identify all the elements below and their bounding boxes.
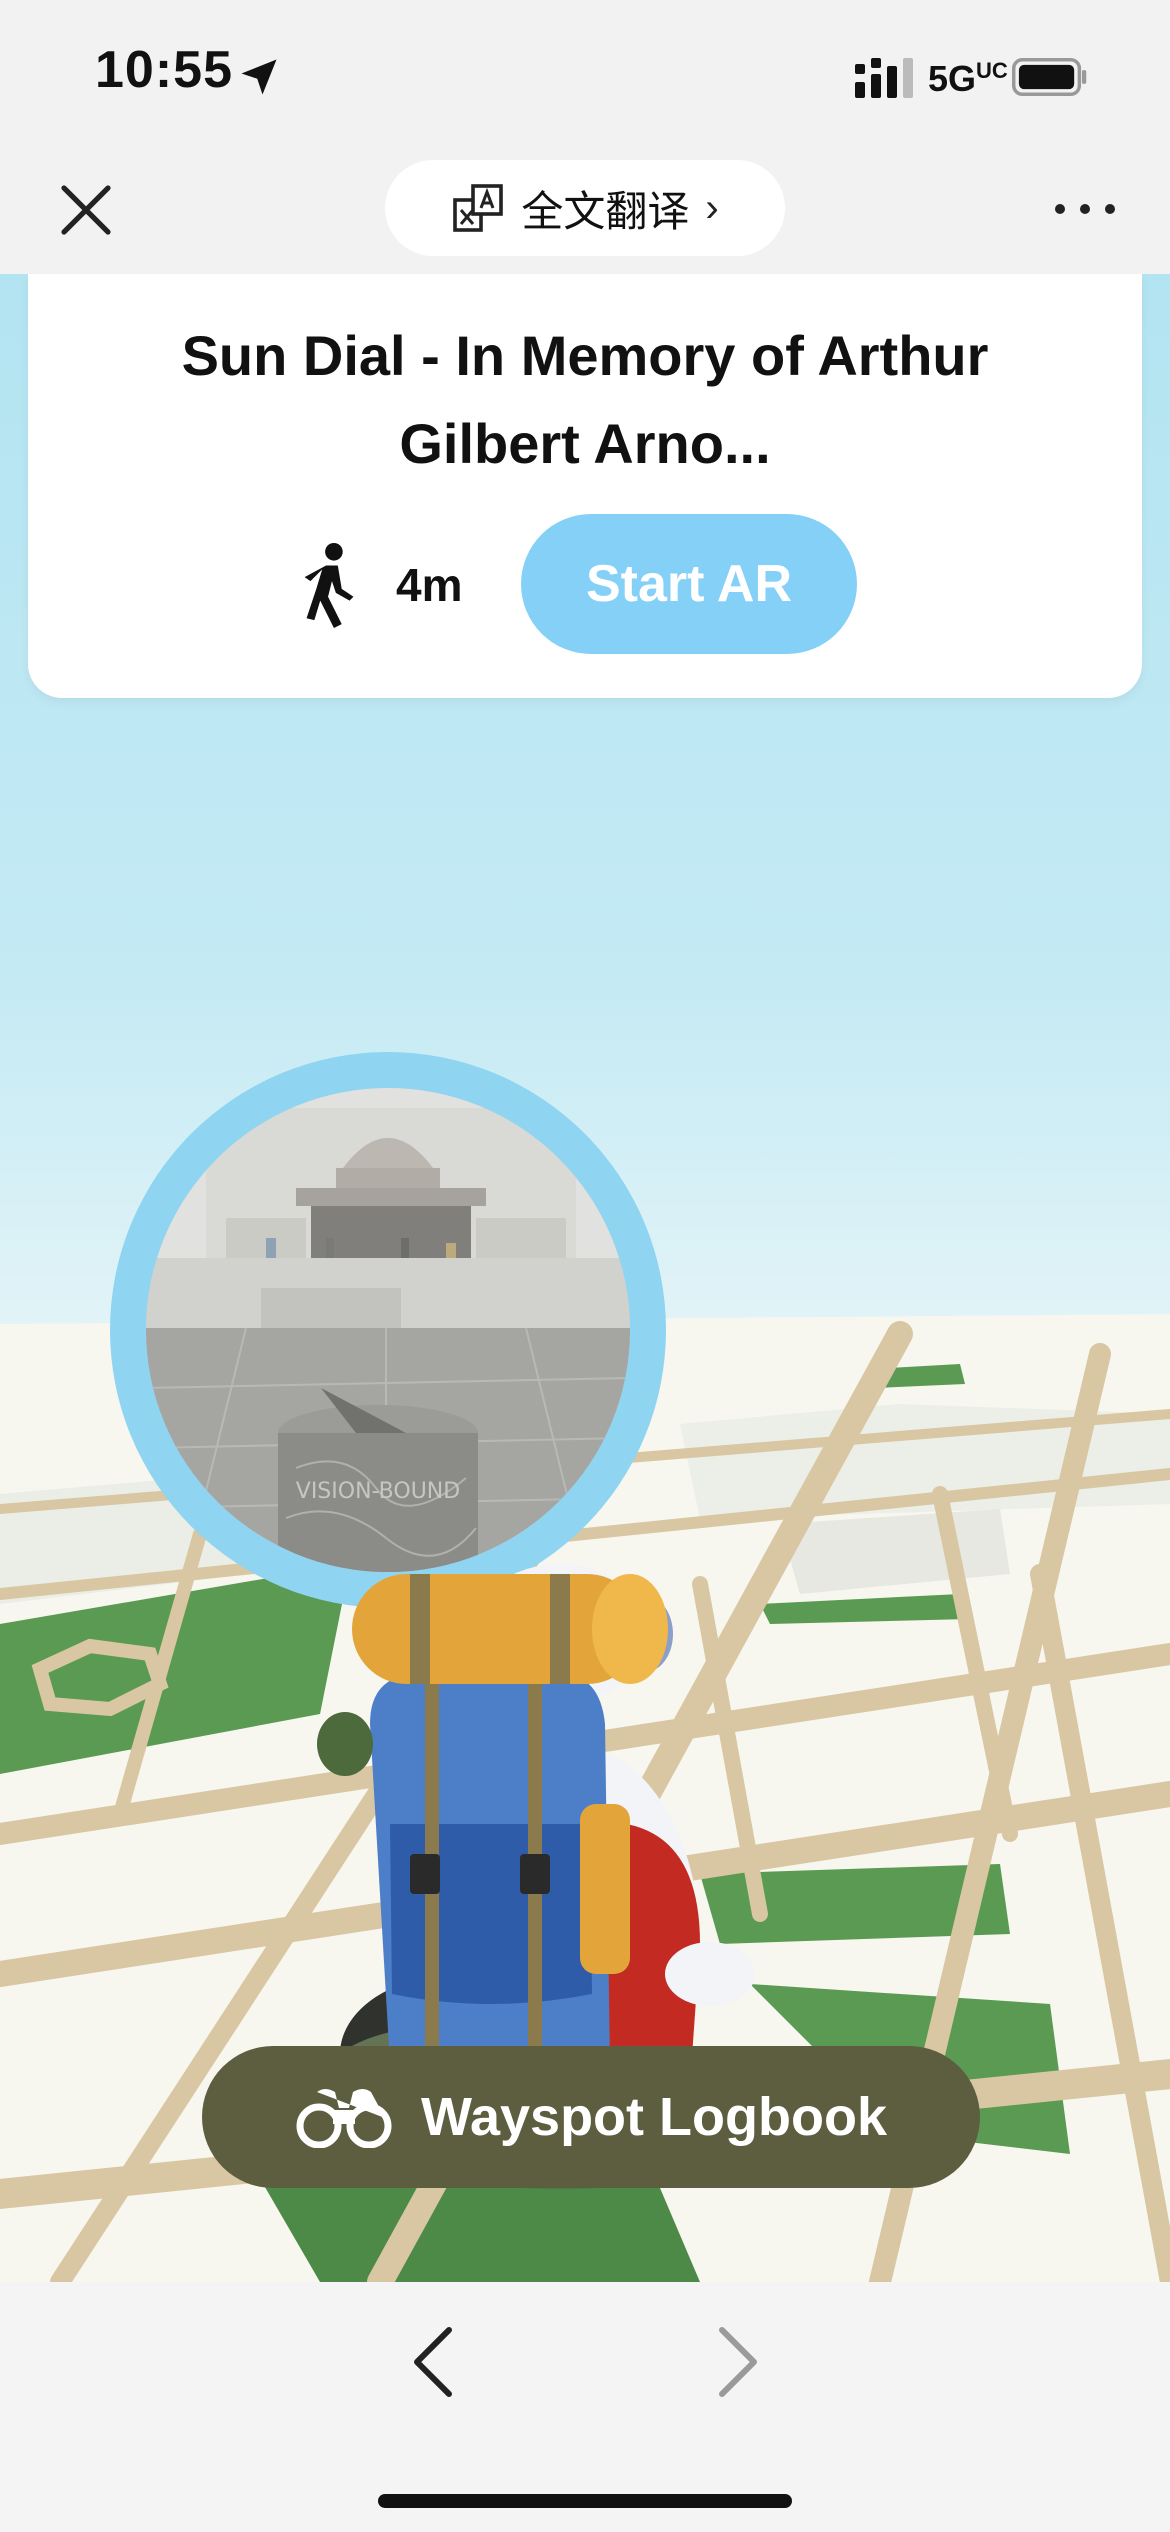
status-bar: 10:55 5GUC [0, 0, 1170, 150]
chevron-right-icon[interactable] [710, 2326, 766, 2398]
translate-icon [453, 184, 504, 232]
sundial-photo-image: VISION-BOUND [146, 1088, 630, 1572]
logbook-label: Wayspot Logbook [421, 2087, 887, 2147]
start-ar-button[interactable]: Start AR [521, 514, 857, 654]
wayspot-photo: VISION-BOUND [146, 1088, 630, 1572]
browser-bottom-toolbar [0, 2282, 1170, 2532]
home-indicator[interactable] [378, 2494, 792, 2508]
wayspot-logbook-button[interactable]: Wayspot Logbook [202, 2046, 980, 2188]
wayspot-title: Sun Dial - In Memory of Arthur Gilbert A… [181, 324, 989, 475]
wayspot-info-card: Sun Dial - In Memory of Arthur Gilbert A… [28, 274, 1142, 698]
translate-page-button[interactable]: 全文翻译 › [385, 160, 785, 256]
walking-person-icon [304, 542, 354, 628]
more-icon[interactable] [1050, 194, 1120, 224]
battery-icon [1012, 58, 1087, 96]
network-suffix: UC [976, 58, 1008, 83]
distance-value: 4m [396, 559, 463, 611]
translate-label: 全文翻译 [521, 186, 690, 236]
close-icon[interactable] [56, 180, 116, 240]
binoculars-icon [296, 2089, 392, 2148]
cellular-signal-icon [855, 58, 913, 98]
browser-header: 全文翻译 › [0, 150, 1170, 274]
status-time: 10:55 [95, 41, 233, 99]
game-map-view[interactable]: Sun Dial - In Memory of Arthur Gilbert A… [0, 274, 1170, 2282]
network-label: 5G [928, 58, 977, 99]
network-type: 5GUC [928, 58, 1008, 100]
location-arrow-icon [241, 59, 277, 95]
translate-chevron: › [705, 185, 719, 230]
chevron-left-icon[interactable] [405, 2326, 461, 2398]
